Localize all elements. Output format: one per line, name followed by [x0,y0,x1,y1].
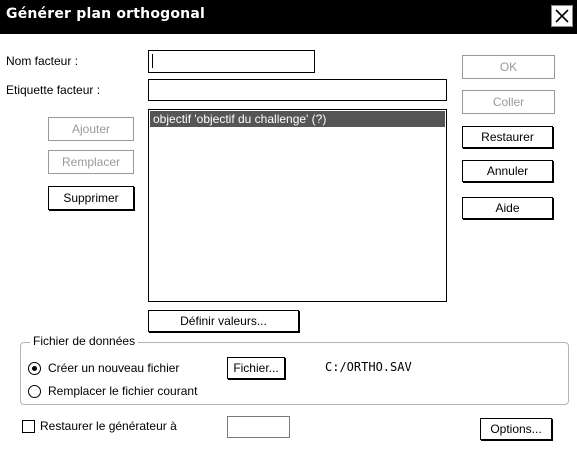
create-new-file-label[interactable]: Créer un nouveau fichier [48,361,179,375]
ok-button[interactable]: OK [462,55,555,79]
radio-selected-icon [32,366,37,371]
orthogonal-design-dialog: Générer plan orthogonal Nom facteur : Et… [0,0,577,451]
factor-label-label: Etiquette facteur : [6,83,101,97]
factor-name-label: Nom facteur : [6,54,79,68]
list-item[interactable]: objectif 'objectif du challenge' (?) [150,111,445,127]
options-button[interactable]: Options... [480,418,552,440]
cancel-button[interactable]: Annuler [462,160,553,182]
replace-current-file-radio[interactable] [28,385,41,398]
title-bar: Générer plan orthogonal [0,0,577,34]
reset-button[interactable]: Restaurer [462,126,553,148]
create-new-file-radio[interactable] [28,362,41,375]
add-button[interactable]: Ajouter [48,117,134,141]
paste-button[interactable]: Coller [462,90,555,114]
factor-name-input[interactable] [148,50,315,73]
define-values-button[interactable]: Définir valeurs... [148,310,299,332]
restore-generator-label[interactable]: Restaurer le générateur à [40,419,177,433]
restore-generator-checkbox[interactable] [22,420,35,433]
dialog-title: Générer plan orthogonal [6,6,205,22]
close-button[interactable] [551,5,573,27]
file-button[interactable]: Fichier... [227,357,285,379]
factors-listbox[interactable]: objectif 'objectif du challenge' (?) [148,109,447,302]
delete-button[interactable]: Supprimer [48,186,134,210]
help-button[interactable]: Aide [462,197,553,219]
text-caret [152,54,153,68]
file-path: C:/ORTHO.SAV [325,360,412,374]
close-icon [555,9,569,23]
replace-current-file-label[interactable]: Remplacer le fichier courant [48,384,197,398]
factor-label-input[interactable] [148,79,447,101]
replace-button[interactable]: Remplacer [48,150,134,174]
data-file-group-title: Fichier de données [30,334,139,348]
generator-seed-input[interactable] [227,416,290,438]
